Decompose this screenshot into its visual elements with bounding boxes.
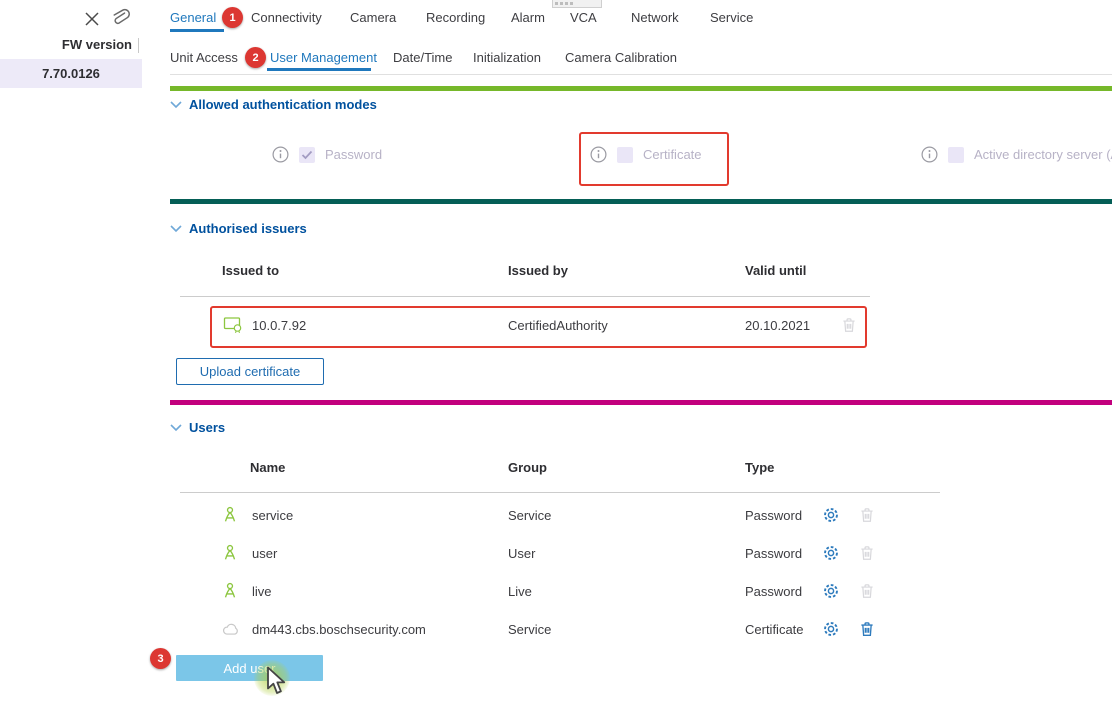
delete-user-icon[interactable] — [858, 506, 876, 524]
user-icon — [221, 506, 239, 529]
user-group: Live — [508, 584, 532, 599]
auth-mode-label: Active directory server (AD — [974, 147, 1112, 162]
user-row[interactable]: user User Password — [0, 534, 1112, 572]
fw-version-value: 7.70.0126 — [42, 66, 100, 81]
tab-network[interactable]: Network — [631, 10, 679, 25]
info-icon[interactable] — [272, 146, 289, 163]
column-divider — [138, 38, 139, 53]
subtab-date-time[interactable]: Date/Time — [393, 50, 452, 65]
tab-camera[interactable]: Camera — [350, 10, 396, 25]
auth-mode-label: Password — [325, 147, 382, 162]
user-name: service — [252, 508, 293, 523]
info-icon[interactable] — [921, 146, 938, 163]
section-divider-green — [170, 86, 1112, 91]
device-row-selected[interactable]: 7.70.0126 — [0, 59, 142, 88]
fw-version-column-header: FW version — [0, 37, 132, 52]
section-header-users[interactable]: Users — [170, 420, 225, 435]
auth-mode-active-directory: Active directory server (AD — [921, 146, 1112, 163]
tab-general[interactable]: General — [170, 10, 216, 25]
user-group: Service — [508, 508, 551, 523]
user-name: dm443.cbs.boschsecurity.com — [252, 622, 426, 637]
section-title: Users — [189, 420, 225, 435]
issuer-row[interactable]: 10.0.7.92 CertifiedAuthority 20.10.2021 — [0, 306, 1112, 344]
section-title: Allowed authentication modes — [189, 97, 377, 112]
tab-service[interactable]: Service — [710, 10, 753, 25]
cloud-icon — [221, 620, 239, 643]
subtab-camera-calibration[interactable]: Camera Calibration — [565, 50, 677, 65]
user-group: Service — [508, 622, 551, 637]
edit-user-icon[interactable] — [822, 544, 840, 562]
info-icon[interactable] — [590, 146, 607, 163]
user-group: User — [508, 546, 535, 561]
user-row[interactable]: dm443.cbs.boschsecurity.com Service Cert… — [0, 610, 1112, 648]
user-type: Password — [745, 584, 802, 599]
delete-user-icon[interactable] — [858, 544, 876, 562]
active-tab-underline — [170, 29, 224, 32]
checkmark-icon — [299, 147, 315, 163]
chevron-down-icon — [170, 101, 182, 109]
section-divider-magenta — [170, 400, 1112, 405]
column-header-issued-by: Issued by — [508, 263, 568, 278]
certificate-checkbox[interactable] — [617, 147, 633, 163]
user-type: Password — [745, 546, 802, 561]
step-badge-1: 1 — [222, 7, 243, 28]
auth-mode-certificate: Certificate — [590, 146, 702, 163]
auth-mode-password: Password — [272, 146, 382, 163]
step-badge-2: 2 — [245, 47, 266, 68]
column-header-name: Name — [250, 460, 285, 475]
column-header-valid-until: Valid until — [745, 263, 806, 278]
user-row[interactable]: service Service Password — [0, 496, 1112, 534]
tab-vca[interactable]: VCA — [570, 10, 597, 25]
delete-user-icon[interactable] — [858, 582, 876, 600]
active-directory-checkbox[interactable] — [948, 147, 964, 163]
tab-alarm[interactable]: Alarm — [511, 10, 545, 25]
subtab-unit-access[interactable]: Unit Access — [170, 50, 238, 65]
edit-user-icon[interactable] — [822, 582, 840, 600]
upload-certificate-label: Upload certificate — [200, 364, 300, 379]
user-icon — [221, 544, 239, 567]
subtab-user-management[interactable]: User Management — [270, 50, 377, 65]
issuer-issued-by: CertifiedAuthority — [508, 318, 608, 333]
column-header-type: Type — [745, 460, 774, 475]
chevron-down-icon — [170, 225, 182, 233]
user-type: Certificate — [745, 622, 804, 637]
upload-certificate-button[interactable]: Upload certificate — [176, 358, 324, 385]
section-divider-teal — [170, 199, 1112, 204]
chevron-down-icon — [170, 424, 182, 432]
table-header-divider — [180, 492, 940, 493]
section-title: Authorised issuers — [189, 221, 307, 236]
issuer-valid-until: 20.10.2021 — [745, 318, 810, 333]
user-name: user — [252, 546, 277, 561]
clipped-ui-artifact — [552, 0, 602, 8]
user-type: Password — [745, 508, 802, 523]
subtab-initialization[interactable]: Initialization — [473, 50, 541, 65]
password-checkbox[interactable] — [299, 147, 315, 163]
cursor-pointer — [266, 666, 288, 701]
edit-user-icon[interactable] — [822, 506, 840, 524]
issuer-issued-to: 10.0.7.92 — [252, 318, 306, 333]
configuration-manager-window: FW version 7.70.0126 General Connectivit… — [0, 0, 1112, 701]
auth-mode-label: Certificate — [643, 147, 702, 162]
tab-recording[interactable]: Recording — [426, 10, 485, 25]
table-header-divider — [180, 296, 870, 297]
delete-user-icon[interactable] — [858, 620, 876, 638]
step-badge-3: 3 — [150, 648, 171, 669]
active-subtab-underline — [267, 68, 371, 71]
edit-user-icon[interactable] — [822, 620, 840, 638]
add-user-button[interactable]: Add user — [176, 655, 323, 681]
user-icon — [221, 582, 239, 605]
column-header-issued-to: Issued to — [222, 263, 279, 278]
attachment-icon[interactable] — [108, 5, 130, 31]
delete-issuer-icon[interactable] — [840, 316, 858, 334]
tab-connectivity[interactable]: Connectivity — [251, 10, 322, 25]
section-header-auth-modes[interactable]: Allowed authentication modes — [170, 97, 377, 112]
column-header-group: Group — [508, 460, 547, 475]
user-row[interactable]: live Live Password — [0, 572, 1112, 610]
user-name: live — [252, 584, 272, 599]
section-header-authorised-issuers[interactable]: Authorised issuers — [170, 221, 307, 236]
certificate-icon — [223, 316, 244, 339]
subtab-divider-line — [170, 74, 1112, 75]
close-icon[interactable] — [82, 9, 102, 29]
